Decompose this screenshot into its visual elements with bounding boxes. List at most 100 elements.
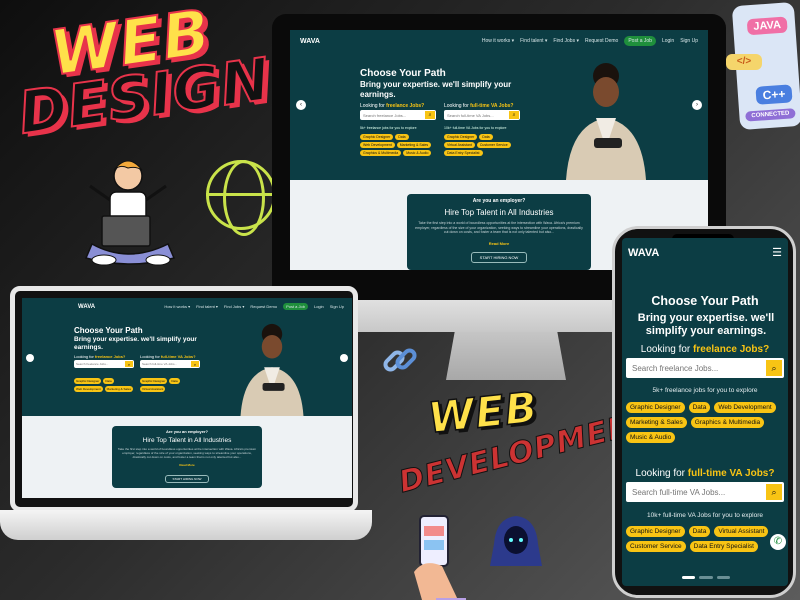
- link-icon: [380, 340, 420, 380]
- chip-data[interactable]: Data: [169, 378, 180, 384]
- post-job-button[interactable]: Post a Job: [283, 303, 308, 310]
- person-with-laptop: [72, 156, 188, 276]
- menu-icon[interactable]: ☰: [772, 246, 782, 259]
- top-nav: WAVA How it works ▾ Find talent ▾ Find J…: [290, 30, 708, 52]
- chip-marketing-sales[interactable]: Marketing & Sales: [626, 417, 687, 428]
- fulltime-search: ⌕: [140, 360, 200, 368]
- chip-graphic-designer[interactable]: Graphic Designer: [74, 378, 102, 384]
- logo[interactable]: WAVA: [300, 38, 320, 45]
- java-badge: JAVA: [746, 16, 788, 36]
- freelance-search-input[interactable]: [360, 112, 425, 118]
- chip-marketing-sales[interactable]: Marketing & Sales: [396, 142, 432, 148]
- chip-data[interactable]: Data: [688, 526, 711, 537]
- chip-data[interactable]: Data: [688, 402, 711, 413]
- fulltime-heading: Looking for full-time VA Jobs?: [444, 103, 514, 109]
- start-hiring-button[interactable]: START HIRING NOW: [470, 252, 528, 263]
- search-icon[interactable]: ⌕: [125, 361, 133, 367]
- chip-graphic-designer[interactable]: Graphic Designer: [444, 134, 478, 140]
- fulltime-count: 10k+ full-time VA Jobs for you to explor…: [444, 126, 507, 130]
- chip-data[interactable]: Data: [395, 134, 409, 140]
- carousel-next-button[interactable]: ›: [692, 100, 702, 110]
- chip-data-entry[interactable]: Data Entry Specialist: [689, 541, 758, 552]
- fulltime-search-input[interactable]: [444, 112, 509, 118]
- html-badge: </>: [726, 54, 762, 70]
- chip-graphic-designer[interactable]: Graphic Designer: [626, 526, 685, 537]
- employer-heading: Hire Top Talent in All Industries: [444, 208, 554, 217]
- fulltime-heading: Looking for full-time VA Jobs?: [635, 468, 775, 479]
- chip-music-audio[interactable]: Music & Audio: [403, 150, 432, 156]
- chip-marketing-sales[interactable]: Marketing & Sales: [104, 386, 133, 392]
- chip-customer-service[interactable]: Customer Service: [626, 541, 686, 552]
- carousel-next-button[interactable]: [340, 354, 348, 362]
- nav-request-demo[interactable]: Request Demo: [250, 304, 277, 309]
- fulltime-chips: Graphic Designer Data Virtual Assistant …: [626, 526, 786, 552]
- search-icon[interactable]: ⌕: [766, 484, 782, 500]
- fulltime-search: ⌕: [444, 110, 520, 120]
- nav-find-talent[interactable]: Find talent ▾: [520, 38, 547, 44]
- chip-customer-service[interactable]: Customer Service: [476, 142, 511, 148]
- chip-virtual-assistant[interactable]: Virtual Assistant: [714, 526, 769, 537]
- hacker-icon: [488, 512, 544, 568]
- fulltime-chips: Graphic Designer Data Virtual Assistant …: [444, 134, 524, 156]
- chip-graphics-multimedia[interactable]: Graphics & Multimedia: [690, 417, 765, 428]
- chip-graphic-designer[interactable]: Graphic Designer: [140, 378, 168, 384]
- start-hiring-button[interactable]: START HIRING NOW: [165, 475, 209, 483]
- chip-data[interactable]: Data: [103, 378, 114, 384]
- carousel-prev-button[interactable]: ‹: [296, 100, 306, 110]
- nav-request-demo[interactable]: Request Demo: [585, 38, 618, 44]
- employer-card: Are you an employer? Hire Top Talent in …: [407, 194, 591, 270]
- search-icon[interactable]: ⌕: [191, 361, 199, 367]
- nav-how-it-works[interactable]: How it works ▾: [164, 304, 190, 309]
- nav-find-talent[interactable]: Find talent ▾: [196, 304, 218, 309]
- chip-graphic-designer[interactable]: Graphic Designer: [360, 134, 394, 140]
- fulltime-search: ⌕: [626, 482, 784, 502]
- chip-data-entry[interactable]: Data Entry Specialist: [444, 150, 483, 156]
- chip-graphics-multimedia[interactable]: Graphics & Multimedia: [360, 150, 402, 156]
- hero: Choose Your Path Bring your expertise. w…: [22, 316, 352, 416]
- employer-text: Take the first step into a world of boun…: [415, 221, 583, 234]
- employer-heading: Hire Top Talent in All Industries: [142, 437, 232, 444]
- freelance-search: ⌕: [74, 360, 134, 368]
- login-link[interactable]: Login: [314, 304, 324, 309]
- search-icon[interactable]: ⌕: [425, 111, 435, 119]
- employer-card: Are you an employer? Hire Top Talent in …: [112, 426, 262, 488]
- nav-find-jobs[interactable]: Find Jobs ▾: [553, 38, 579, 44]
- employer-question: Are you an employer?: [472, 198, 526, 204]
- read-more-link[interactable]: Read More: [117, 463, 257, 467]
- chip-web-development[interactable]: Web Development: [74, 386, 103, 392]
- hero-subtitle: Bring your expertise. we'll simplify you…: [360, 80, 512, 99]
- chip-music-audio[interactable]: Music & Audio: [626, 432, 676, 443]
- chip-virtual-assistant[interactable]: Virtual Assistant: [140, 386, 166, 392]
- hero: ‹ › Choose Your Path Bring your expertis…: [290, 52, 708, 180]
- chip-virtual-assistant[interactable]: Virtual Assistant: [444, 142, 475, 148]
- fulltime-search-input[interactable]: [140, 362, 191, 366]
- chip-graphic-designer[interactable]: Graphic Designer: [626, 402, 685, 413]
- carousel-prev-button[interactable]: [26, 354, 34, 362]
- freelance-search-input[interactable]: [74, 362, 125, 366]
- signup-link[interactable]: Sign Up: [330, 304, 344, 309]
- read-more-link[interactable]: Read More: [413, 241, 585, 246]
- laptop-screen: WAVA How it works ▾ Find talent ▾ Find J…: [22, 298, 352, 498]
- chip-data[interactable]: Data: [479, 134, 493, 140]
- post-job-button[interactable]: Post a Job: [624, 36, 656, 46]
- fulltime-search-input[interactable]: [626, 487, 766, 497]
- phone-screen: WAVA ☰ Choose Your Path Bring your exper…: [622, 238, 788, 586]
- carousel-dots: [682, 576, 730, 579]
- globe-icon: [206, 160, 276, 236]
- nav-find-jobs[interactable]: Find Jobs ▾: [224, 304, 244, 309]
- search-icon[interactable]: ⌕: [509, 111, 519, 119]
- search-icon[interactable]: ⌕: [766, 360, 782, 376]
- logo[interactable]: WAVA: [78, 304, 95, 310]
- freelance-search-input[interactable]: [626, 363, 766, 373]
- fulltime-chips: Graphic Designer Data Virtual Assistant: [140, 378, 204, 392]
- login-link[interactable]: Login: [662, 38, 674, 44]
- nav-how-it-works[interactable]: How it works ▾: [482, 38, 514, 44]
- top-nav: WAVA How it works ▾ Find talent ▾ Find J…: [22, 298, 352, 315]
- chip-web-development[interactable]: Web Development: [714, 402, 776, 413]
- logo[interactable]: WAVA: [628, 247, 659, 259]
- fulltime-heading: Looking for full-time VA Jobs?: [140, 354, 196, 359]
- hero-woman-image: [566, 63, 646, 180]
- whatsapp-icon[interactable]: ✆: [770, 534, 786, 550]
- chip-web-development[interactable]: Web Development: [360, 142, 395, 148]
- signup-link[interactable]: Sign Up: [680, 38, 698, 44]
